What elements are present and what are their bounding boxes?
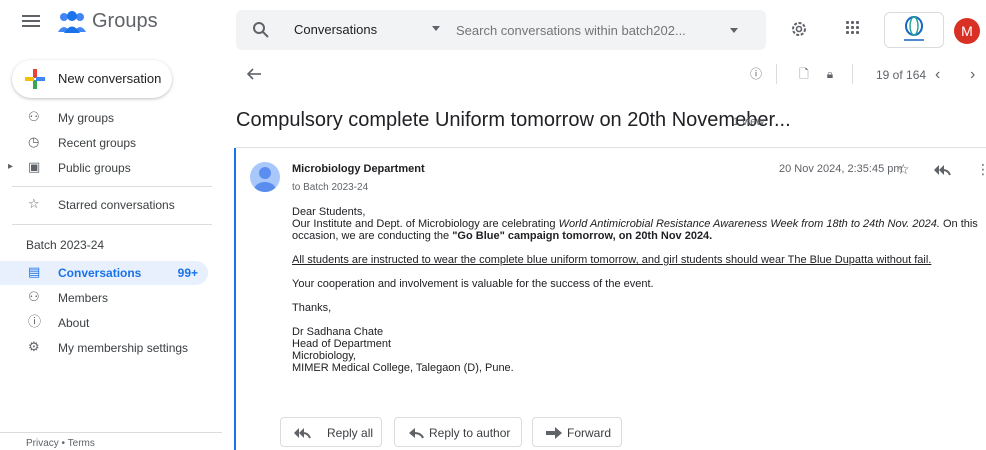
sidebar-item-label: Conversations	[58, 266, 142, 280]
sidebar: Groups New conversation ⚇ My groups ◷ Re…	[0, 0, 222, 450]
message-timestamp: 20 Nov 2024, 2:35:45 pm	[779, 163, 903, 175]
signature-line: Dr Sadhana Chate	[292, 326, 384, 338]
toolbar-divider	[776, 64, 777, 84]
organization-emblem-icon	[904, 16, 924, 41]
search-bar: Conversations	[236, 10, 766, 50]
organization-logo[interactable]	[884, 12, 944, 48]
info-icon: ⓘ	[28, 314, 42, 329]
sidebar-item-label: Members	[58, 291, 109, 305]
batch-section-title: Batch 2023-24	[26, 238, 105, 252]
sender-name[interactable]: Microbiology Department	[292, 163, 425, 175]
groups-logo-icon	[58, 11, 86, 33]
cooperation-line: Your cooperation and involvement is valu…	[292, 278, 654, 290]
body-line-2: occasion, we are conducting the "Go Blue…	[292, 230, 982, 242]
sidebar-item-starred[interactable]: ☆ Starred conversations	[0, 193, 210, 217]
sidebar-item-label: My groups	[58, 111, 115, 125]
chevron-down-icon[interactable]	[432, 26, 440, 31]
message-body: Dear Students, Our Institute and Dept. o…	[292, 206, 982, 374]
body-line-1: Our Institute and Dept. of Microbiology …	[292, 218, 982, 230]
apps-grid-icon[interactable]	[846, 21, 860, 35]
body-text: On this	[939, 218, 978, 230]
sidebar-item-label: Recent groups	[58, 136, 137, 150]
view-count: 1 view	[733, 116, 765, 128]
previous-icon[interactable]: ‹	[935, 66, 940, 84]
reply-all-icon[interactable]	[933, 163, 951, 177]
delete-icon[interactable]: 🗋	[796, 66, 812, 82]
star-icon[interactable]: ☆	[897, 161, 910, 178]
new-conversation-label: New conversation	[58, 71, 162, 86]
body-italic-text: World Antimicrobial Resistance Awareness…	[558, 218, 940, 230]
sidebar-item-members[interactable]: ⚇ Members	[0, 286, 210, 310]
person-icon	[254, 167, 276, 192]
reply-all-icon	[294, 428, 311, 439]
sidebar-item-label: My membership settings	[58, 341, 189, 355]
sidebar-item-about[interactable]: ⓘ About	[0, 311, 210, 335]
sidebar-divider	[12, 186, 212, 187]
star-icon: ☆	[28, 196, 40, 211]
sidebar-divider	[12, 224, 212, 225]
gear-icon[interactable]	[790, 20, 808, 38]
search-options-chevron-icon[interactable]	[730, 28, 738, 33]
signature: Dr Sadhana Chate Head of Department Micr…	[292, 326, 982, 374]
members-icon: ⚇	[28, 289, 40, 304]
recipient-line: to Batch 2023-24	[292, 182, 369, 193]
conversation-subject: Compulsory complete Uniform tomorrow on …	[236, 109, 791, 131]
sidebar-item-label: About	[58, 316, 90, 330]
app-title: Groups	[92, 10, 158, 32]
signature-line: Head of Department	[292, 338, 392, 350]
next-icon[interactable]: ›	[970, 66, 975, 84]
clock-icon: ◷	[28, 134, 40, 149]
toolbar-divider	[852, 64, 853, 84]
lock-icon[interactable]: 🔒︎	[822, 66, 838, 82]
body-bold-text: "Go Blue" campaign tomorrow, on 20th Nov…	[452, 230, 713, 242]
count-badge: 99+	[177, 266, 198, 280]
thanks-line: Thanks,	[292, 302, 332, 314]
app-root: Groups New conversation ⚇ My groups ◷ Re…	[0, 0, 986, 450]
underlined-text: All students are instructed to wear the …	[292, 254, 932, 266]
reply-to-author-button[interactable]: Reply to author	[394, 417, 522, 447]
report-icon[interactable]: ⓘ	[748, 66, 764, 82]
account-avatar[interactable]: M	[954, 18, 980, 44]
new-conversation-button[interactable]: New conversation	[12, 60, 172, 98]
sidebar-item-my-groups[interactable]: ⚇ My groups	[0, 106, 210, 130]
privacy-terms-links[interactable]: Privacy • Terms	[26, 438, 95, 449]
back-arrow-icon[interactable]	[246, 66, 262, 82]
forward-icon	[546, 427, 562, 439]
body-text: occasion, we are conducting the	[292, 230, 453, 242]
conversations-icon: ▤	[28, 264, 41, 279]
search-scope-select[interactable]: Conversations	[294, 22, 377, 37]
membership-settings-icon: ⚙	[28, 339, 40, 354]
sidebar-item-conversations[interactable]: ▤ Conversations 99+	[0, 261, 208, 285]
instruction-line: All students are instructed to wear the …	[292, 254, 982, 266]
groups-icon: ⚇	[28, 109, 40, 124]
signature-line: MIMER Medical College, Talegaon (D), Pun…	[292, 362, 514, 374]
search-icon[interactable]	[252, 21, 270, 39]
forward-button[interactable]: Forward	[532, 417, 622, 447]
reply-all-button[interactable]: Reply all	[280, 417, 382, 447]
folder-icon: ▣	[28, 159, 41, 174]
greeting: Dear Students,	[292, 206, 366, 218]
button-label: Reply all	[327, 426, 374, 440]
button-label: Reply to author	[429, 426, 511, 440]
button-label: Forward	[567, 426, 612, 440]
signature-line: Microbiology,	[292, 350, 356, 362]
sidebar-item-label: Starred conversations	[58, 198, 175, 212]
sidebar-item-label: Public groups	[58, 161, 131, 175]
sidebar-footer-divider	[0, 432, 222, 433]
sender-avatar	[250, 162, 280, 192]
pagination-count: 19 of 164	[876, 68, 927, 82]
search-input[interactable]	[456, 16, 716, 44]
reply-icon	[409, 428, 424, 439]
plus-icon	[25, 69, 45, 89]
menu-icon[interactable]	[22, 12, 40, 30]
more-vert-icon[interactable]: ⋮	[976, 161, 986, 178]
expand-caret-icon[interactable]: ▸	[8, 161, 13, 172]
sidebar-item-public-groups[interactable]: ▸ ▣ Public groups	[0, 156, 210, 180]
sidebar-item-recent-groups[interactable]: ◷ Recent groups	[0, 131, 210, 155]
body-text: Our Institute and Dept. of Microbiology …	[292, 218, 559, 230]
sidebar-item-membership-settings[interactable]: ⚙ My membership settings	[0, 336, 210, 360]
